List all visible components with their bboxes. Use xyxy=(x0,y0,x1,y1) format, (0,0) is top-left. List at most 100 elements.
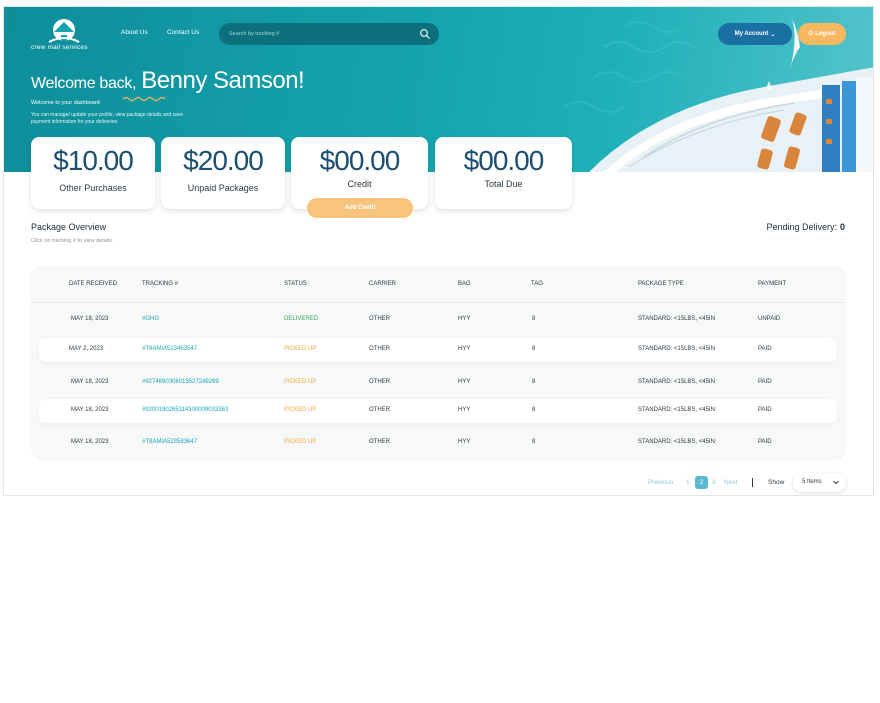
card-unpaid-packages: $20.00 Unpaid Packages xyxy=(161,137,285,209)
search-input[interactable] xyxy=(229,28,409,40)
my-account-label: My Account xyxy=(734,31,769,37)
cell-carrier: OTHER xyxy=(369,379,390,385)
cell-tracking-link[interactable]: #9200190265114300009033363 xyxy=(142,407,228,413)
pagination-next[interactable]: Next xyxy=(724,479,737,486)
brand-name: crew mail services xyxy=(31,44,88,51)
nav-contact-link[interactable]: Contact Us xyxy=(167,29,199,36)
cell-bag: HYY xyxy=(458,346,471,352)
pending-delivery: Pending Delivery: 0 xyxy=(766,222,845,232)
cell-package-type: STANDARD: <15LBS, <45IN xyxy=(638,407,715,413)
pagination-previous[interactable]: Previous xyxy=(648,479,673,486)
cell-status: PICKED UP xyxy=(284,439,317,445)
card-label: Total Due xyxy=(484,179,523,189)
cell-bag: HYY xyxy=(458,407,471,413)
pagination-page-1[interactable]: 1 xyxy=(686,479,690,486)
card-amount: $00.00 xyxy=(319,145,401,176)
column-header-payment[interactable]: PAYMENT xyxy=(758,281,786,287)
cell-package-type: STANDARD: <15LBS, <45IN xyxy=(638,346,715,352)
search-bar xyxy=(219,23,439,45)
package-overview-title: Package Overview xyxy=(31,222,107,232)
page-size-select[interactable]: 5 Items xyxy=(793,473,846,492)
welcome-user-name: Benny Samson! xyxy=(141,67,305,94)
cell-bag: HYY xyxy=(458,316,471,322)
cell-payment: PAID xyxy=(758,379,772,385)
header-divider xyxy=(31,302,846,303)
package-overview-hint: Click on tracking # to view details. xyxy=(31,238,114,244)
my-account-button[interactable]: My Account ⌄ xyxy=(718,23,792,45)
cell-package-type: STANDARD: <15LBS, <45IN xyxy=(638,379,715,385)
cell-date: MAY 18, 2023 xyxy=(71,379,109,385)
chevron-down-icon: ⌄ xyxy=(770,31,776,38)
cell-status: PICKED UP xyxy=(284,346,317,352)
card-total-due: $00.00 Total Due xyxy=(435,137,572,209)
cell-tracking-link[interactable]: #GHG xyxy=(142,316,159,322)
pagination-page-2[interactable]: 2 xyxy=(695,476,708,489)
cell-package-type: STANDARD: <15LBS, <45IN xyxy=(638,439,715,445)
cell-date: MAY 18, 2023 xyxy=(71,407,109,413)
card-label: Credit xyxy=(347,179,372,189)
card-amount: $20.00 xyxy=(183,145,264,176)
package-table: DATE RECEIVED TRACKING # STATUS CARRIER … xyxy=(31,265,846,461)
power-icon: ⏻ xyxy=(808,30,814,37)
table-row[interactable]: MAY 18, 2023 #T8AMIA523583647 PICKED UP … xyxy=(39,431,837,455)
welcome-heading: Welcome back, Benny Samson! xyxy=(31,67,305,95)
cell-tracking-link[interactable]: #9274890306013527249269 xyxy=(142,379,219,385)
cell-date: MAY 18, 2023 xyxy=(71,439,109,445)
pagination-divider xyxy=(752,478,753,487)
card-other-purchases: $10.00 Other Purchases xyxy=(31,137,155,209)
column-header-carrier[interactable]: CARRIER xyxy=(369,281,396,287)
cell-status: DELIVERED xyxy=(284,316,319,322)
table-row[interactable]: MAY 18, 2023 #GHG DELIVERED OTHER HYY 8 … xyxy=(39,308,837,332)
cell-payment: UNPAID xyxy=(758,316,781,322)
column-header-tag[interactable]: TAG xyxy=(531,281,543,287)
card-amount: $00.00 xyxy=(463,145,545,176)
cell-status: PICKED UP xyxy=(284,379,317,385)
cell-carrier: OTHER xyxy=(369,316,390,322)
column-header-date[interactable]: DATE RECEIVED xyxy=(69,281,117,287)
cell-bag: HYY xyxy=(458,439,471,445)
page-size-value: 5 Items xyxy=(802,479,822,485)
table-row[interactable]: MAY 2, 2023 #T8AMIA523463547 PICKED UP O… xyxy=(39,338,837,362)
table-row[interactable]: MAY 18, 2023 #9274890306013527249269 PIC… xyxy=(39,371,837,395)
column-header-status[interactable]: STATUS xyxy=(284,281,307,287)
pending-delivery-label: Pending Delivery: xyxy=(766,222,837,232)
cell-tag: 8 xyxy=(532,407,536,413)
cell-package-type: STANDARD: <15LBS, <45IN xyxy=(638,316,715,322)
cell-date: MAY 18, 2023 xyxy=(71,316,109,322)
cell-bag: HYY xyxy=(458,379,471,385)
pagination-page-3[interactable]: 3 xyxy=(712,479,716,486)
squiggle-underline xyxy=(122,96,166,101)
column-header-tracking[interactable]: TRACKING # xyxy=(142,281,178,287)
column-header-package-type[interactable]: PACKAGE TYPE xyxy=(638,281,684,287)
add-credit-button[interactable]: Add Credit xyxy=(307,198,413,218)
pending-delivery-count: 0 xyxy=(839,222,845,232)
page-size-label: Show xyxy=(768,479,785,486)
logout-button[interactable]: ⏻ Logout xyxy=(798,23,846,45)
logout-label: Logout xyxy=(815,31,836,37)
card-label: Other Purchases xyxy=(59,183,127,193)
cell-status: PICKED UP xyxy=(284,407,317,413)
table-row[interactable]: MAY 18, 2023 #9200190265114300009033363 … xyxy=(39,399,837,423)
cell-carrier: OTHER xyxy=(369,407,390,413)
cell-tag: 8 xyxy=(532,316,536,322)
cell-carrier: OTHER xyxy=(369,439,390,445)
cell-tag: 8 xyxy=(532,379,536,385)
card-label: Unpaid Packages xyxy=(187,183,259,193)
column-header-bag[interactable]: BAG xyxy=(458,281,471,287)
welcome-description: You can manage/ update your profile, vie… xyxy=(31,112,184,125)
welcome-subtitle: Welcome to your dashboard xyxy=(31,100,100,106)
cell-tracking-link[interactable]: #T8AMIA523463547 xyxy=(142,346,197,352)
card-amount: $10.00 xyxy=(53,145,134,176)
cell-payment: PAID xyxy=(758,346,772,352)
cell-date: MAY 2, 2023 xyxy=(69,346,104,352)
cell-payment: PAID xyxy=(758,439,772,445)
cell-tracking-link[interactable]: #T8AMIA523583647 xyxy=(142,439,197,445)
nav-about-link[interactable]: About Us xyxy=(121,29,148,36)
cell-carrier: OTHER xyxy=(369,346,390,352)
cell-payment: PAID xyxy=(758,407,772,413)
cell-tag: 8 xyxy=(532,346,536,352)
welcome-greeting: Welcome back, xyxy=(31,75,137,92)
dashboard-frame: crew mail services About Us Contact Us M… xyxy=(3,6,874,496)
search-icon[interactable] xyxy=(419,28,431,40)
cell-tag: 8 xyxy=(532,439,536,445)
